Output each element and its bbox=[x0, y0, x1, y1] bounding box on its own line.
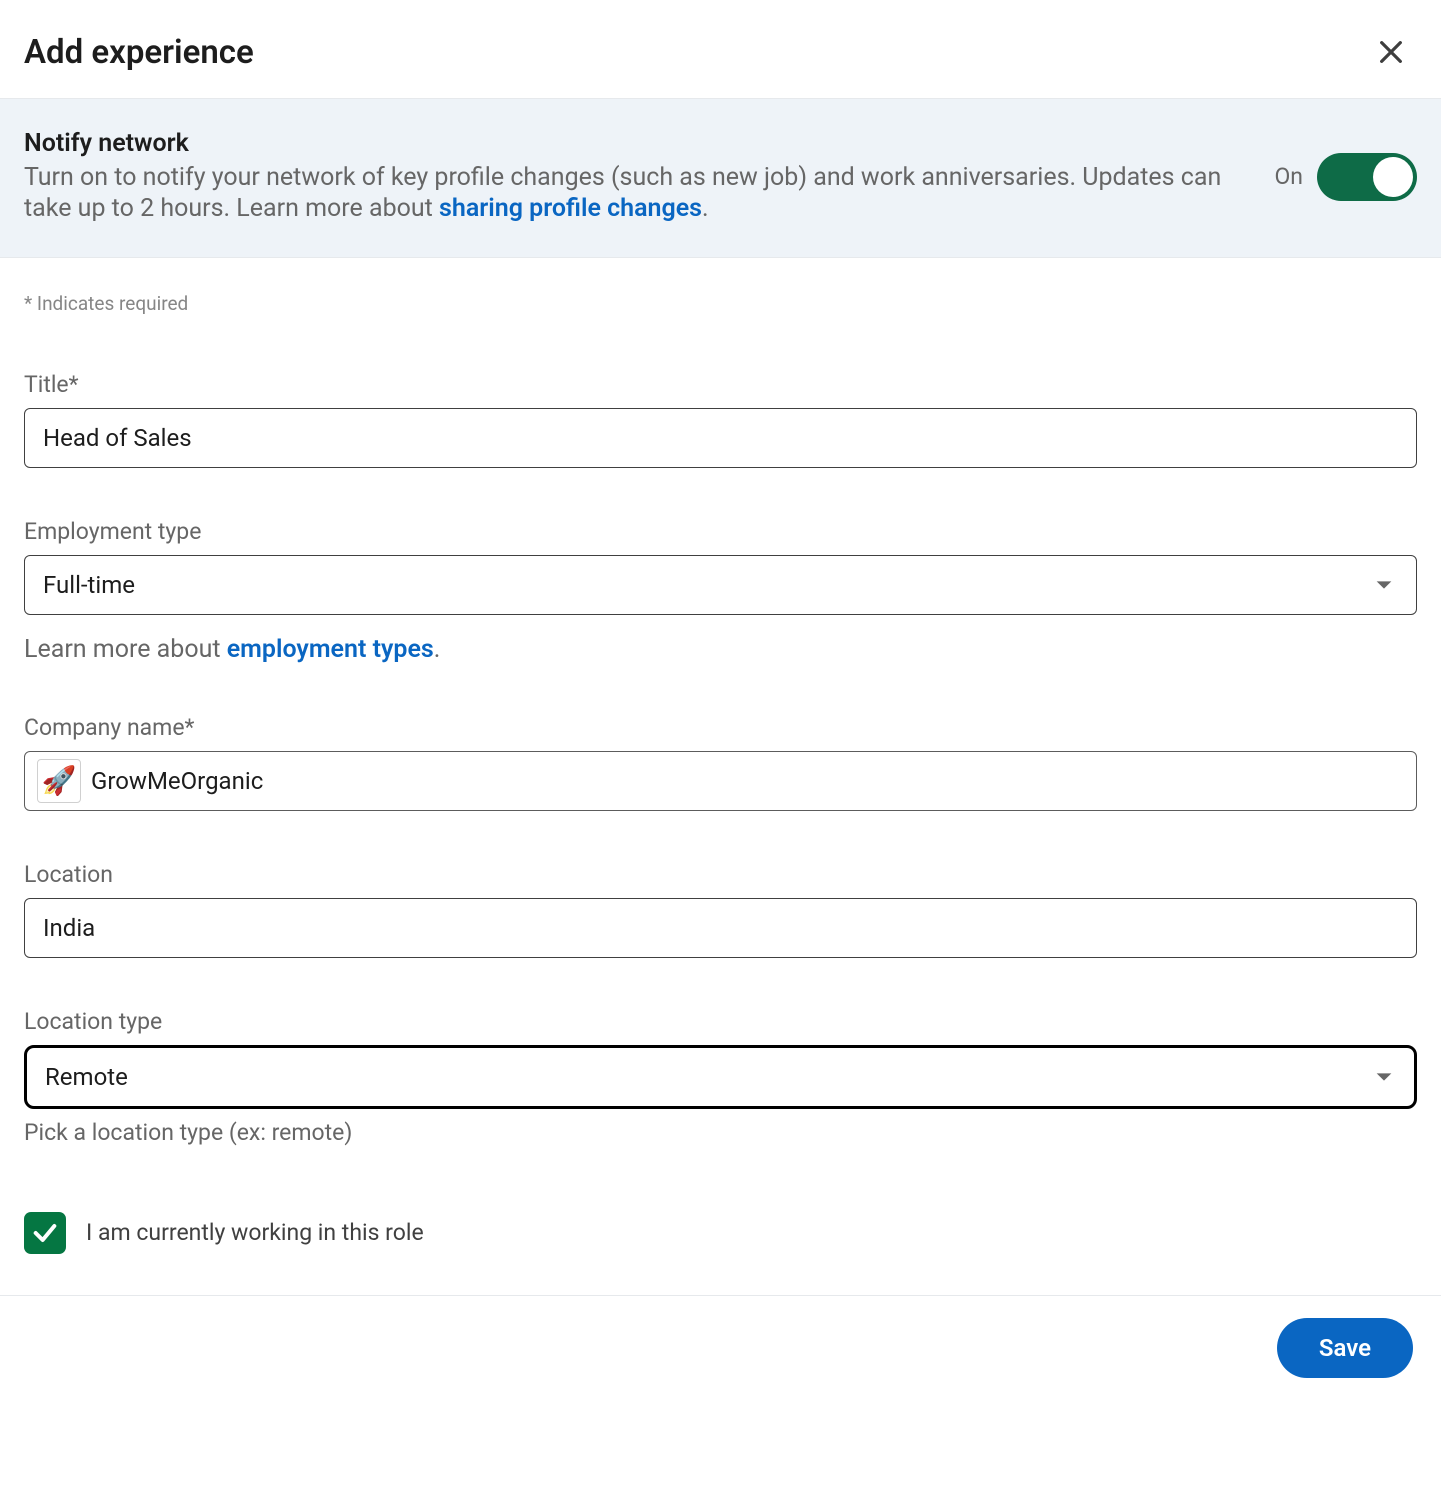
company-logo: 🚀 bbox=[37, 759, 81, 803]
modal-body: * Indicates required Title* Employment t… bbox=[0, 258, 1441, 1296]
currently-working-checkbox[interactable] bbox=[24, 1212, 66, 1254]
company-name-input[interactable] bbox=[91, 767, 1404, 795]
notify-network-banner: Notify network Turn on to notify your ne… bbox=[0, 98, 1441, 258]
employment-types-link[interactable]: employment types bbox=[227, 635, 434, 664]
sharing-profile-changes-link[interactable]: sharing profile changes bbox=[439, 194, 702, 223]
modal-header: Add experience bbox=[0, 0, 1441, 98]
modal-footer: Save bbox=[0, 1295, 1441, 1400]
location-input[interactable] bbox=[24, 898, 1417, 958]
company-name-field-group: Company name* 🚀 bbox=[24, 714, 1417, 811]
location-label: Location bbox=[24, 861, 1417, 888]
location-type-field-group: Location type Remote Pick a location typ… bbox=[24, 1008, 1417, 1146]
employment-type-field-group: Employment type Full-time Learn more abo… bbox=[24, 518, 1417, 664]
location-type-hint: Pick a location type (ex: remote) bbox=[24, 1119, 1417, 1146]
title-input[interactable] bbox=[24, 408, 1417, 468]
required-indicator-note: * Indicates required bbox=[24, 292, 1417, 315]
close-button[interactable] bbox=[1369, 30, 1413, 74]
company-name-label: Company name* bbox=[24, 714, 1417, 741]
notify-network-toggle[interactable] bbox=[1317, 153, 1417, 201]
notify-description: Turn on to notify your network of key pr… bbox=[24, 162, 1234, 225]
employment-type-help: Learn more about employment types. bbox=[24, 635, 1417, 664]
rocket-icon: 🚀 bbox=[42, 764, 77, 797]
location-field-group: Location bbox=[24, 861, 1417, 958]
currently-working-row: I am currently working in this role bbox=[24, 1212, 1417, 1254]
toggle-knob bbox=[1373, 157, 1413, 197]
add-experience-modal: Add experience Notify network Turn on to… bbox=[0, 0, 1441, 1400]
employment-type-select[interactable]: Full-time bbox=[24, 555, 1417, 615]
notify-text: Notify network Turn on to notify your ne… bbox=[24, 129, 1274, 225]
location-type-select[interactable]: Remote bbox=[24, 1045, 1417, 1109]
close-icon bbox=[1375, 36, 1407, 68]
employment-type-label: Employment type bbox=[24, 518, 1417, 545]
location-type-label: Location type bbox=[24, 1008, 1417, 1035]
toggle-state-label: On bbox=[1274, 163, 1303, 190]
company-name-input-wrap[interactable]: 🚀 bbox=[24, 751, 1417, 811]
title-field-group: Title* bbox=[24, 371, 1417, 468]
modal-title: Add experience bbox=[24, 33, 254, 72]
save-button[interactable]: Save bbox=[1277, 1318, 1413, 1378]
notify-toggle-container: On bbox=[1274, 153, 1417, 201]
title-label: Title* bbox=[24, 371, 1417, 398]
currently-working-label: I am currently working in this role bbox=[86, 1219, 424, 1246]
notify-heading: Notify network bbox=[24, 129, 1234, 158]
check-icon bbox=[31, 1219, 59, 1247]
